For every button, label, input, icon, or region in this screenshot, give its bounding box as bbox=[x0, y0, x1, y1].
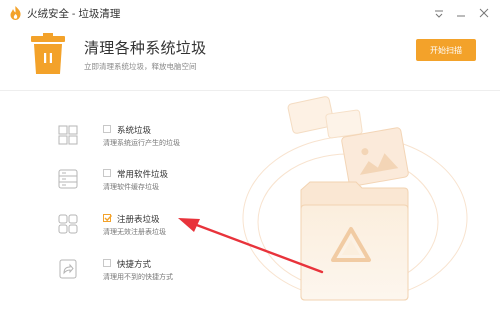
checkbox-system-junk[interactable] bbox=[103, 125, 111, 133]
checkbox-registry-junk[interactable] bbox=[103, 214, 113, 222]
category-desc-system-junk: 清理系统运行产生的垃圾 bbox=[103, 140, 180, 147]
category-desc-software-junk: 清理软件缓存垃圾 bbox=[103, 184, 159, 191]
checkmark-icon bbox=[104, 215, 113, 222]
category-label-system-junk: 系统垃圾 bbox=[117, 125, 152, 135]
category-desc-shortcut: 清理用不到的快捷方式 bbox=[103, 274, 173, 281]
category-label-software-junk: 常用软件垃圾 bbox=[117, 169, 169, 179]
checkbox-shortcut[interactable] bbox=[103, 259, 111, 267]
registry-icon bbox=[58, 214, 78, 234]
shortcut-icon bbox=[59, 259, 77, 279]
software-icon bbox=[58, 169, 78, 189]
checkbox-software-junk[interactable] bbox=[103, 169, 111, 177]
category-label-shortcut: 快捷方式 bbox=[117, 259, 152, 269]
category-label-registry-junk: 注册表垃圾 bbox=[117, 214, 160, 224]
windows-icon bbox=[58, 125, 78, 145]
category-desc-registry-junk: 清理无效注册表垃圾 bbox=[103, 229, 166, 236]
